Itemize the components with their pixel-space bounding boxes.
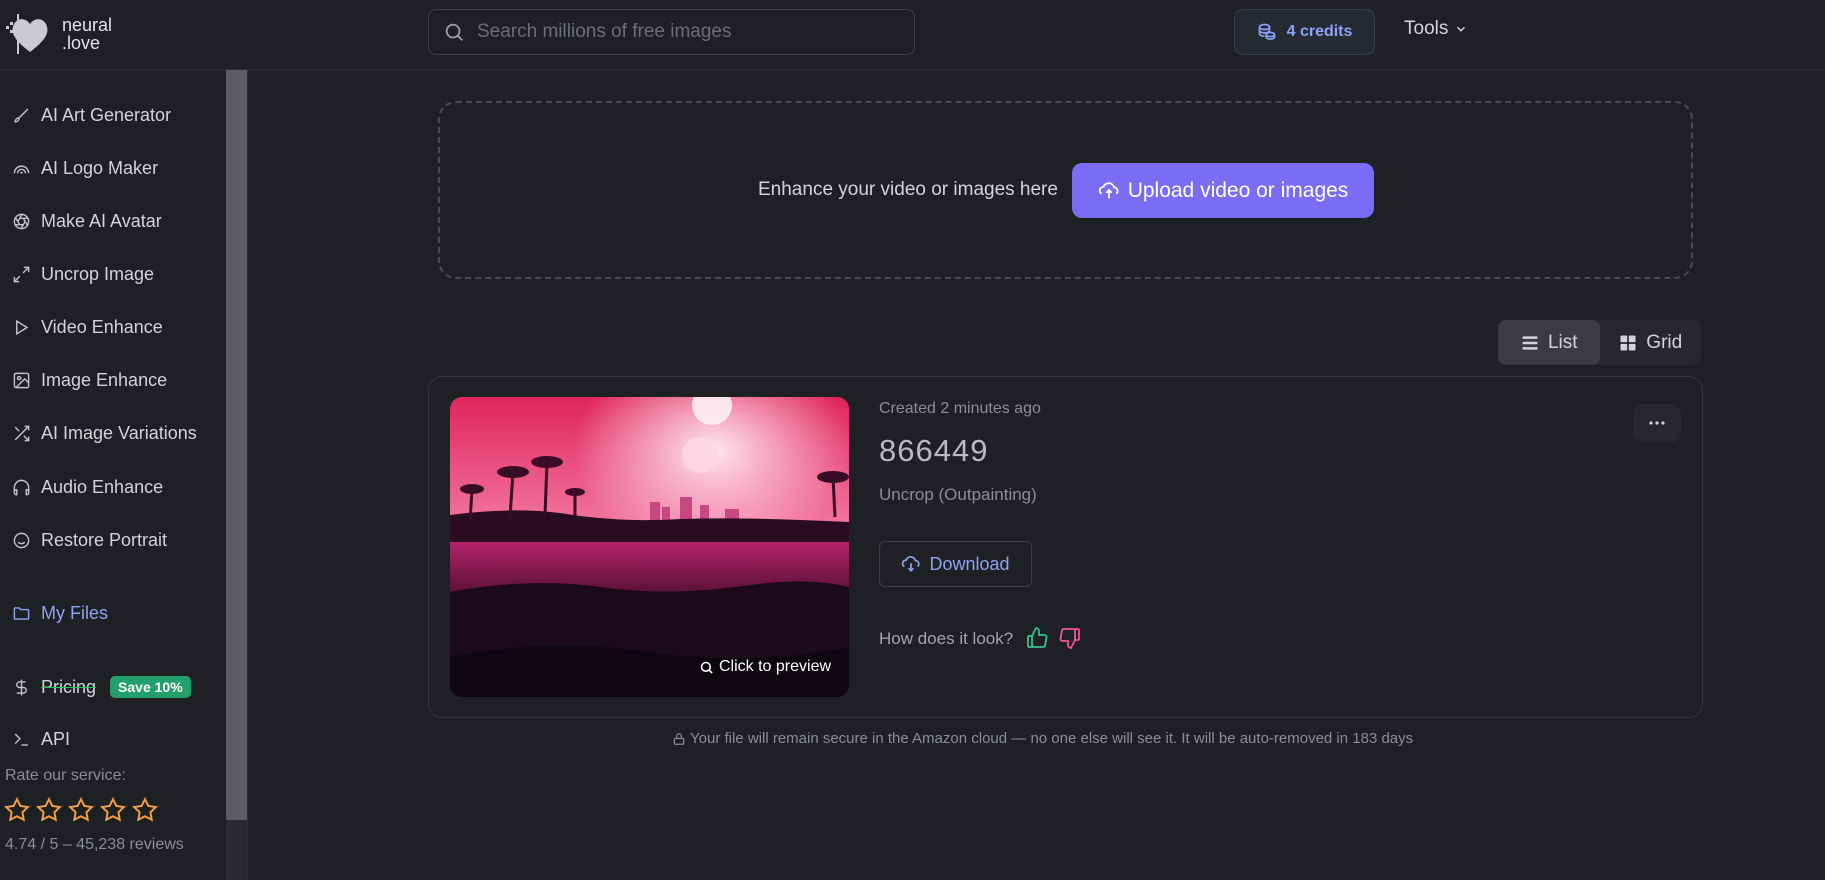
cloud-upload-icon	[1098, 181, 1119, 198]
shuffle-icon	[14, 425, 30, 442]
sidebar-item-label: API	[41, 729, 71, 749]
aperture-icon	[13, 213, 30, 230]
sidebar-item-label: Make AI Avatar	[41, 211, 162, 231]
sidebar-item-label: Video Enhance	[41, 317, 163, 337]
zoom-icon	[700, 661, 713, 674]
top-bar: neural .love 4 credits Tools	[0, 0, 1825, 70]
tools-menu[interactable]: Tools	[1404, 18, 1468, 40]
created-time: Created 2 minutes ago	[879, 400, 1041, 417]
sidebar-item-make-ai-avatar[interactable]: Make AI Avatar	[12, 211, 162, 232]
rating-summary: 4.74 / 5 – 45,238 reviews	[5, 836, 184, 853]
sidebar-item-label: AI Logo Maker	[41, 158, 159, 178]
headphones-icon	[13, 479, 30, 496]
heart-logo-icon	[6, 14, 48, 54]
star-icon[interactable]	[4, 797, 30, 823]
star-icon[interactable]	[36, 797, 62, 823]
credits-button[interactable]: 4 credits	[1234, 9, 1375, 55]
sidebar: AI Art Generator AI Logo Maker Make AI A…	[0, 70, 226, 880]
brand-name: neural .love	[62, 16, 112, 52]
search-icon	[445, 23, 463, 41]
rating-stars[interactable]	[4, 797, 158, 823]
ellipsis-icon	[1649, 421, 1665, 425]
play-icon	[16, 319, 29, 336]
security-note-text: Your file will remain secure in the Amaz…	[690, 730, 1414, 747]
pricing-label: Pricing	[41, 676, 97, 697]
coins-icon	[1258, 23, 1275, 40]
expand-icon	[13, 266, 30, 283]
divider	[247, 70, 248, 880]
feedback-question: How does it look?	[879, 629, 1014, 648]
sidebar-item-label: AI Art Generator	[41, 105, 172, 125]
sidebar-item-restore-portrait[interactable]: Restore Portrait	[12, 530, 167, 551]
thumbs-down-icon[interactable]	[1058, 626, 1082, 650]
search-box[interactable]	[428, 9, 915, 55]
sidebar-item-ai-image-variations[interactable]: AI Image Variations	[12, 423, 197, 444]
upload-dropzone[interactable]	[438, 101, 1693, 279]
rainbow-icon	[13, 165, 30, 174]
upload-button-label: Upload video or images	[1127, 178, 1349, 202]
thumbs-up-icon[interactable]	[1025, 626, 1049, 650]
sidebar-item-label: Restore Portrait	[41, 530, 168, 550]
sunset-image	[450, 397, 849, 697]
download-label: Download	[929, 553, 1010, 574]
upload-button[interactable]: Upload video or images	[1072, 163, 1374, 218]
download-button[interactable]: Download	[879, 541, 1032, 587]
view-toggle: List Grid	[1498, 320, 1701, 365]
sidebar-item-ai-logo-maker[interactable]: AI Logo Maker	[12, 158, 158, 179]
brand-name-line1: neural	[62, 15, 113, 35]
sidebar-item-label: AI Image Variations	[41, 423, 197, 443]
terminal-icon	[14, 733, 28, 746]
file-thumbnail[interactable]	[450, 397, 849, 697]
upload-prompt: Enhance your video or images here	[758, 179, 1058, 200]
rate-label: Rate our service:	[5, 767, 126, 784]
dollar-icon	[16, 679, 27, 695]
security-note: Your file will remain secure in the Amaz…	[672, 730, 1413, 747]
smile-icon	[13, 532, 30, 549]
file-type: Uncrop (Outpainting)	[879, 485, 1037, 504]
file-id: 866449	[879, 433, 989, 468]
sidebar-item-image-enhance[interactable]: Image Enhance	[12, 370, 167, 391]
grid-view-button[interactable]: Grid	[1600, 320, 1702, 365]
list-icon	[1522, 335, 1538, 350]
sidebar-scrollbar[interactable]	[226, 70, 247, 820]
chevron-down-icon	[1457, 26, 1466, 32]
logo[interactable]: neural .love	[4, 12, 112, 56]
grid-label: Grid	[1646, 331, 1683, 353]
sidebar-item-uncrop-image[interactable]: Uncrop Image	[12, 264, 154, 285]
sidebar-item-label: Image Enhance	[41, 370, 168, 390]
lock-icon	[673, 732, 685, 745]
sidebar-scrollbar-track	[226, 820, 247, 880]
tools-label: Tools	[1404, 18, 1449, 39]
star-icon[interactable]	[68, 797, 94, 823]
sidebar-item-api[interactable]: API	[12, 729, 70, 750]
sidebar-item-video-enhance[interactable]: Video Enhance	[12, 317, 163, 338]
sidebar-item-ai-art-generator[interactable]: AI Art Generator	[12, 105, 171, 126]
save-badge: Save 10%	[110, 676, 191, 698]
folder-icon	[13, 607, 30, 620]
sidebar-item-audio-enhance[interactable]: Audio Enhance	[12, 477, 163, 498]
list-label: List	[1547, 331, 1578, 353]
star-icon[interactable]	[132, 797, 158, 823]
star-icon[interactable]	[100, 797, 126, 823]
sidebar-item-label: My Files	[41, 603, 108, 623]
preview-label: Click to preview	[719, 658, 832, 675]
grid-icon	[1620, 335, 1636, 350]
brush-icon	[14, 108, 29, 123]
sidebar-item-label: Uncrop Image	[41, 264, 155, 284]
more-options-button[interactable]	[1633, 404, 1681, 442]
list-view-button[interactable]: List	[1498, 320, 1600, 365]
search-input[interactable]	[477, 21, 897, 43]
sidebar-item-label: Audio Enhance	[41, 477, 164, 497]
image-icon	[13, 372, 30, 389]
brand-name-line2: .love	[62, 33, 101, 53]
sidebar-item-my-files[interactable]: My Files	[12, 603, 108, 624]
cloud-download-icon	[902, 556, 921, 572]
sidebar-item-pricing[interactable]: Pricing Save 10%	[12, 676, 191, 698]
preview-link[interactable]: Click to preview	[699, 658, 831, 676]
credits-label: 4 credits	[1286, 23, 1353, 40]
